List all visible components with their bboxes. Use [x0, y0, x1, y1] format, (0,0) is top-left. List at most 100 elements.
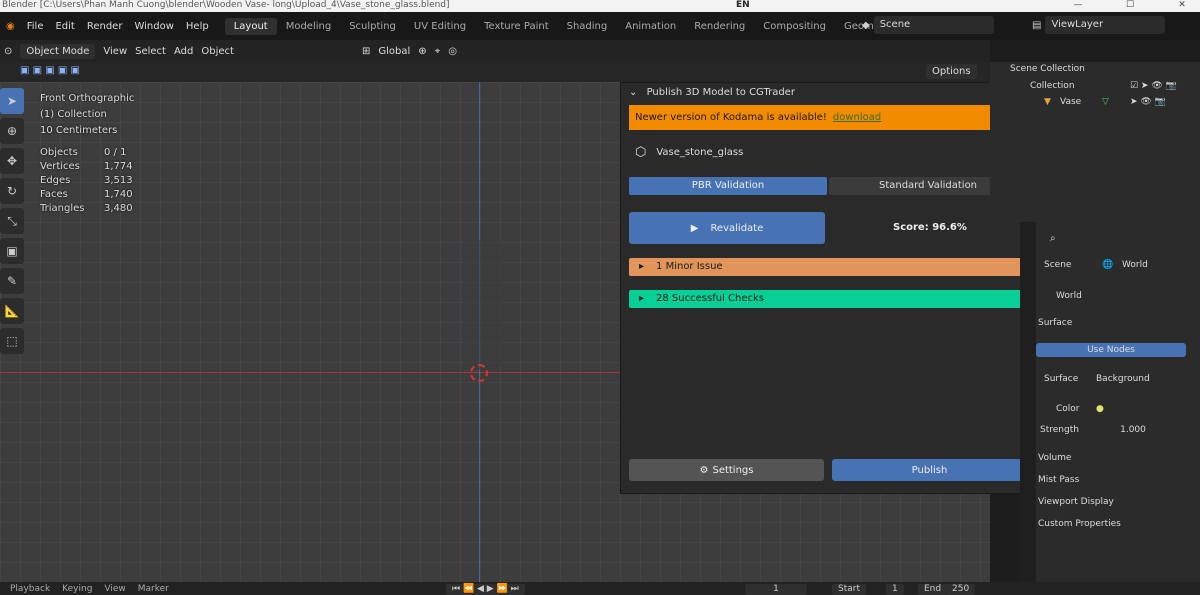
cube-icon: ⬡ — [635, 145, 647, 160]
publish-button[interactable]: Publish — [832, 459, 1027, 481]
grid-scale: 10 Centimeters — [40, 125, 118, 136]
stat-label: Edges — [40, 175, 71, 186]
transform-orientation-dropdown[interactable]: Global — [378, 46, 410, 57]
visibility-icons[interactable]: ☑ ➤ 👁 📷 — [1130, 81, 1177, 91]
tab-compositing[interactable]: Compositing — [754, 18, 835, 35]
tab-sculpting[interactable]: Sculpting — [340, 18, 405, 35]
surface-header[interactable]: Surface — [1038, 318, 1072, 328]
cursor-tool-icon[interactable]: ⊕ — [0, 118, 24, 144]
model-name: Vase_stone_glass — [656, 147, 744, 158]
settings-button[interactable]: ⚙ Settings — [629, 459, 824, 481]
timeline-playback-menu[interactable]: Playback — [10, 584, 50, 594]
menu-file[interactable]: File — [21, 21, 50, 32]
revalidate-button[interactable]: ▶ Revalidate — [629, 212, 825, 244]
menu-edit[interactable]: Edit — [49, 21, 80, 32]
custom-properties-panel[interactable]: Custom Properties — [1038, 519, 1121, 529]
header-view-menu[interactable]: View — [103, 46, 127, 57]
maximize-button[interactable]: ☐ — [1124, 0, 1136, 11]
end-frame-field[interactable]: 250 — [946, 584, 976, 595]
active-collection: (1) Collection — [40, 109, 107, 120]
move-tool-icon[interactable]: ✥ — [0, 148, 24, 174]
color-swatch[interactable]: ● — [1090, 402, 1104, 416]
outliner-collection[interactable]: Collection — [1030, 81, 1075, 91]
current-frame-field[interactable]: 1 — [745, 584, 807, 595]
banner-text: Newer version of Kodama is available! — [635, 112, 827, 123]
viewport-info: Front Orthographic (1) Collection 10 Cen… — [40, 91, 134, 139]
color-label: Color — [1056, 404, 1080, 414]
tab-shading[interactable]: Shading — [558, 18, 617, 35]
select-mode-icons[interactable]: ▣ ▣ ▣ ▣ ▣ — [20, 65, 80, 76]
surface-value[interactable]: Background — [1090, 372, 1168, 386]
add-cube-tool-icon[interactable]: ⬚ — [0, 328, 24, 354]
transform-tool-icon[interactable]: ▣ — [0, 238, 24, 264]
start-frame-label: Start — [832, 584, 866, 595]
playback-controls[interactable]: ⏮ ⏪ ◀ ▶ ⏩ ⏭ — [446, 584, 525, 595]
world-icon: 🌐 — [1102, 260, 1114, 270]
tab-animation[interactable]: Animation — [616, 18, 685, 35]
proportional-edit-icon[interactable]: ◎ — [448, 46, 457, 57]
timeline-keying-menu[interactable]: Keying — [62, 584, 92, 594]
breadcrumb-scene: Scene — [1044, 260, 1072, 270]
header-object-menu[interactable]: Object — [201, 46, 234, 57]
scene-stats: Objects 0 / 1 Vertices 1,774 Edges 3,513 Fa… — [40, 147, 164, 214]
mode-dropdown[interactable]: Object Mode — [20, 43, 96, 59]
measure-tool-icon[interactable]: 📐 — [0, 298, 24, 324]
minimize-button[interactable]: — — [1072, 0, 1084, 11]
tab-layout[interactable]: Layout — [224, 17, 277, 35]
vase-object[interactable] — [463, 240, 503, 370]
tab-rendering[interactable]: Rendering — [685, 18, 754, 35]
annotate-tool-icon[interactable]: ✎ — [0, 268, 24, 294]
stat-label: Triangles — [40, 203, 85, 214]
editor-type-icon[interactable]: ⊙ — [4, 46, 12, 57]
strength-value[interactable]: 1.000 — [1100, 423, 1166, 437]
tab-modeling[interactable]: Modeling — [277, 18, 341, 35]
tab-texture-paint[interactable]: Texture Paint — [475, 18, 558, 35]
language-indicator[interactable]: EN — [736, 0, 750, 10]
chevron-down-icon[interactable]: ⌄ — [629, 87, 637, 98]
mist-pass-panel[interactable]: Mist Pass — [1038, 475, 1079, 485]
panel-header[interactable]: ⌄ Publish 3D Model to CGTrader — [629, 87, 795, 98]
blender-logo-icon[interactable]: ◉ — [0, 21, 21, 32]
view-name: Front Orthographic — [40, 93, 135, 104]
gear-icon: ⚙ — [699, 464, 709, 476]
timeline-marker-menu[interactable]: Marker — [138, 584, 169, 594]
select-tool-icon[interactable]: ➤ — [0, 88, 24, 114]
timeline-view-menu[interactable]: View — [104, 584, 125, 594]
successful-checks-bar[interactable]: ▸ 28 Successful Checks — [629, 290, 1027, 308]
header-select-menu[interactable]: Select — [135, 46, 166, 57]
menu-render[interactable]: Render — [81, 21, 129, 32]
rotate-tool-icon[interactable]: ↻ — [0, 178, 24, 204]
options-dropdown[interactable]: Options — [926, 64, 977, 79]
menu-window[interactable]: Window — [128, 21, 179, 32]
validation-tabs: PBR Validation Standard Validation — [629, 177, 1027, 195]
transform-orientation-icon[interactable]: ⊞ — [362, 46, 370, 57]
properties-search-icon[interactable]: ⌕ — [1044, 232, 1146, 246]
view-layer-selector[interactable]: ▤ ViewLayer — [1032, 16, 1200, 34]
header-add-menu[interactable]: Add — [174, 46, 193, 57]
outliner-root[interactable]: Scene Collection — [1010, 64, 1085, 74]
download-link[interactable]: download — [833, 112, 881, 123]
end-frame-label: End — [918, 584, 948, 595]
scene-selector[interactable]: ◆ Scene — [862, 16, 1022, 34]
pivot-icon[interactable]: ⊕ — [418, 46, 426, 57]
outliner-object-vase[interactable]: Vase — [1060, 97, 1081, 107]
volume-panel[interactable]: Volume — [1038, 453, 1071, 463]
minor-issue-bar[interactable]: ▸ 1 Minor Issue — [629, 258, 1027, 276]
scene-field[interactable]: Scene — [873, 16, 994, 34]
world-name-field[interactable]: World — [1050, 289, 1142, 303]
tab-uv-editing[interactable]: UV Editing — [405, 18, 475, 35]
close-button[interactable]: ✕ — [1176, 0, 1188, 11]
start-frame-field[interactable]: 1 — [886, 584, 904, 595]
menu-help[interactable]: Help — [180, 21, 215, 32]
outliner: Scene Collection Collection ☑ ➤ 👁 📷 ▼ Va… — [990, 62, 1200, 222]
view-layer-field[interactable]: ViewLayer — [1045, 16, 1166, 34]
model-row: ⬡ Vase_stone_glass — [635, 145, 743, 160]
score-text: Score: 96.6% — [893, 222, 967, 233]
tab-pbr-validation[interactable]: PBR Validation — [629, 177, 827, 195]
viewport-display-panel[interactable]: Viewport Display — [1038, 497, 1114, 507]
visibility-icons[interactable]: ➤ 👁 📷 — [1130, 97, 1166, 107]
use-nodes-button[interactable]: Use Nodes — [1036, 343, 1186, 357]
scale-tool-icon[interactable]: ⤡ — [0, 208, 24, 234]
3d-cursor[interactable] — [470, 364, 488, 382]
snap-icon[interactable]: ⌖ — [435, 46, 441, 57]
